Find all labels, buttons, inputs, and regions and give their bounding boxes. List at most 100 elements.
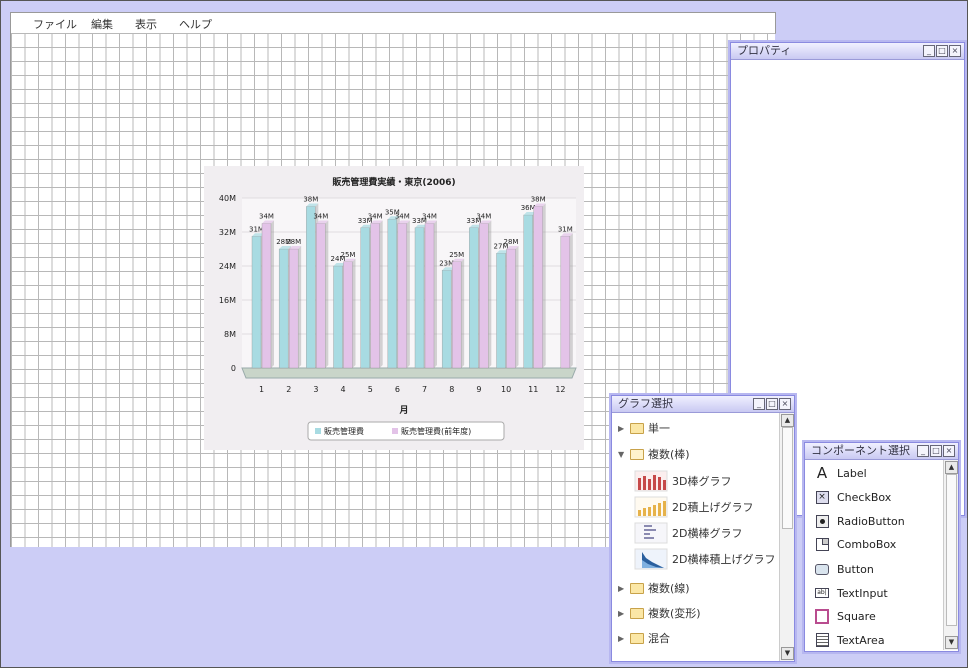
bar <box>387 219 398 369</box>
component-item-label: Label <box>837 466 867 480</box>
textarea-icon <box>815 633 829 647</box>
menu-edit[interactable]: 編集 <box>91 16 113 32</box>
x-tick-label: 5 <box>368 385 373 394</box>
close-icon[interactable]: × <box>943 445 955 457</box>
bar <box>523 214 533 369</box>
label-a-icon: A <box>816 464 828 482</box>
menu-view[interactable]: 表示 <box>135 16 157 32</box>
tree-item-mixed[interactable]: ▶ 混合 <box>618 628 670 648</box>
scroll-up-icon[interactable]: ▲ <box>781 414 794 427</box>
close-icon[interactable]: × <box>779 398 791 410</box>
tree-item-multi-line[interactable]: ▶ 複数(線) <box>618 578 690 598</box>
maximize-icon[interactable]: □ <box>766 398 778 410</box>
maximize-icon[interactable]: □ <box>930 445 942 457</box>
tree-label: 複数(棒) <box>648 448 690 461</box>
graph-panel-scrollbar[interactable]: ▲ ▼ <box>779 413 794 661</box>
expand-arrow-icon[interactable]: ▶ <box>618 584 628 593</box>
component-item-label: CheckBox <box>837 490 892 504</box>
expand-arrow-icon[interactable]: ▶ <box>618 634 628 643</box>
bar-side <box>488 220 492 368</box>
collapse-arrow-icon[interactable]: ▼ <box>618 450 628 459</box>
tree-item-single[interactable]: ▶ 単一 <box>618 418 670 438</box>
graph-type-label: 3D棒グラフ <box>672 475 732 488</box>
data-label: 28M <box>286 238 301 246</box>
tree-item-multi-transform[interactable]: ▶ 複数(変形) <box>618 603 701 623</box>
x-tick-label: 2 <box>286 385 291 394</box>
component-combobox[interactable]: ComboBox <box>815 533 896 555</box>
graph-type-2d-horizontal[interactable]: 2D横棒グラフ <box>634 522 742 544</box>
bar <box>560 236 571 369</box>
x-tick-label: 6 <box>395 385 400 394</box>
bar <box>469 227 479 369</box>
button-icon <box>815 562 829 576</box>
graph-type-3d-bar[interactable]: 3D棒グラフ <box>634 470 731 492</box>
scroll-down-icon[interactable]: ▼ <box>781 647 794 660</box>
tree-label: 単一 <box>648 422 670 435</box>
horizontal-stacked-thumbnail-icon <box>634 548 668 570</box>
bar-side <box>461 258 465 368</box>
bar-3d-thumbnail-icon <box>634 470 668 492</box>
component-square[interactable]: Square <box>815 605 876 627</box>
tree-item-multi-bar[interactable]: ▼ 複数(棒) <box>618 444 690 464</box>
component-panel-scrollbar[interactable]: ▲ ▼ <box>943 460 958 650</box>
scroll-down-icon[interactable]: ▼ <box>945 636 958 649</box>
minimize-icon[interactable]: _ <box>753 398 765 410</box>
scroll-thumb[interactable] <box>946 474 957 626</box>
bar-side <box>352 258 356 368</box>
x-tick-label: 8 <box>449 385 454 394</box>
bar <box>506 248 516 369</box>
y-tick-label: 8M <box>224 330 236 339</box>
minimize-icon[interactable]: _ <box>917 445 929 457</box>
bar <box>316 223 326 369</box>
x-tick-label: 4 <box>341 385 346 394</box>
component-item-label: TextArea <box>837 633 885 647</box>
bar-side <box>379 220 383 368</box>
checkbox-icon: × <box>815 490 829 504</box>
component-item-label: Button <box>837 562 874 576</box>
minimize-icon[interactable]: _ <box>923 45 935 57</box>
bar <box>261 223 272 369</box>
maximize-icon[interactable]: □ <box>936 45 948 57</box>
component-textinput[interactable]: ab| TextInput <box>815 582 888 604</box>
close-icon[interactable]: × <box>949 45 961 57</box>
bar-side <box>271 220 274 368</box>
component-radiobutton[interactable]: RadioButton <box>815 510 905 532</box>
x-tick-label: 12 <box>555 385 565 394</box>
open-folder-icon <box>630 448 644 460</box>
graph-type-2d-stacked[interactable]: 2D積上げグラフ <box>634 496 753 518</box>
bar <box>496 253 506 369</box>
data-label: 36M <box>521 204 536 212</box>
folder-icon <box>630 607 644 619</box>
component-label[interactable]: A Label <box>815 462 867 484</box>
bar <box>441 270 452 369</box>
bar <box>343 261 353 369</box>
data-label: 34M <box>476 213 491 221</box>
component-item-label: ComboBox <box>837 537 897 551</box>
bar-side <box>569 233 573 368</box>
component-item-label: TextInput <box>837 586 888 600</box>
scroll-up-icon[interactable]: ▲ <box>945 461 958 474</box>
combobox-icon <box>815 537 829 551</box>
component-textarea[interactable]: TextArea <box>815 629 885 651</box>
expand-arrow-icon[interactable]: ▶ <box>618 609 628 618</box>
chart-component[interactable]: 販売管理費実績・東京(2006) 月 0 8M 16M 24M 32M 40M 1 31M 34… <box>204 166 584 450</box>
graph-type-label: 2D積上げグラフ <box>672 501 754 514</box>
folder-icon <box>630 422 644 434</box>
x-tick-label: 3 <box>313 385 318 394</box>
tree-label: 混合 <box>648 632 670 645</box>
component-button[interactable]: Button <box>815 558 874 580</box>
chart-title: 販売管理費実績・東京(2006) <box>332 176 455 188</box>
data-label: 38M <box>303 196 318 204</box>
menu-file[interactable]: ファイル <box>33 16 77 32</box>
graph-type-label: 2D横棒グラフ <box>672 527 743 540</box>
graph-type-2d-horizontal-stacked[interactable]: 2D横棒積上げグラフ <box>634 548 775 570</box>
bar <box>251 236 262 369</box>
bar <box>306 206 316 369</box>
expand-arrow-icon[interactable]: ▶ <box>618 424 628 433</box>
menu-help[interactable]: ヘルプ <box>179 16 212 32</box>
data-label: 28M <box>504 238 519 246</box>
bar-side <box>325 220 329 368</box>
scroll-thumb[interactable] <box>782 427 793 529</box>
component-checkbox[interactable]: × CheckBox <box>815 486 891 508</box>
graph-window-buttons: _ □ × <box>753 398 791 410</box>
